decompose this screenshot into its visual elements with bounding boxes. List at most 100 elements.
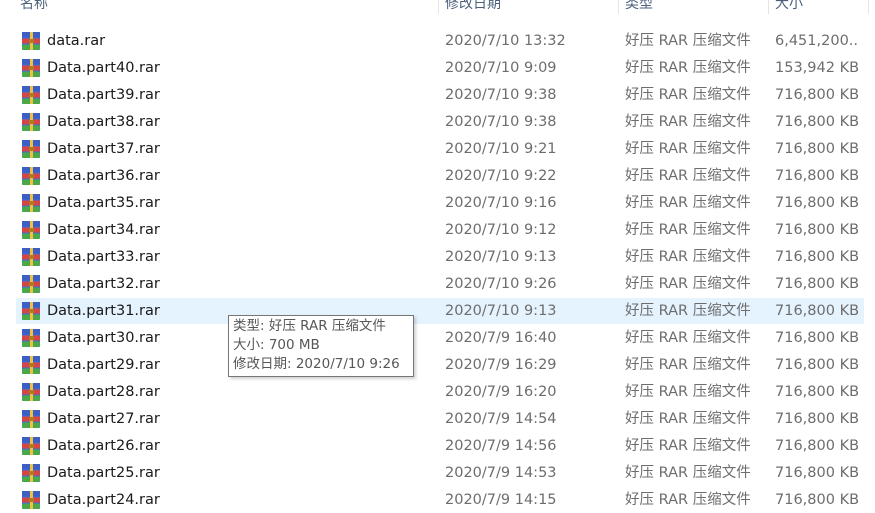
- file-size: 716,800 KB: [775, 330, 859, 346]
- column-header-size[interactable]: 大小: [768, 0, 868, 14]
- file-row[interactable]: Data.part40.rar 2020/7/10 9:09 好压 RAR 压缩文件…: [16, 55, 864, 81]
- column-header-divider: [868, 0, 875, 14]
- file-size: 716,800 KB: [775, 87, 859, 103]
- file-type: 好压 RAR 压缩文件: [625, 141, 751, 157]
- file-type: 好压 RAR 压缩文件: [625, 384, 751, 400]
- file-row[interactable]: Data.part35.rar 2020/7/10 9:16 好压 RAR 压缩文件…: [16, 190, 864, 216]
- file-name: Data.part36.rar: [47, 168, 160, 184]
- file-size: 716,800 KB: [775, 222, 859, 238]
- winrar-archive-icon: [21, 433, 43, 459]
- file-name: Data.part38.rar: [47, 114, 160, 130]
- file-date: 2020/7/9 14:54: [445, 411, 557, 427]
- file-type: 好压 RAR 压缩文件: [625, 114, 751, 130]
- file-name: Data.part34.rar: [47, 222, 160, 238]
- file-date: 2020/7/10 9:13: [445, 303, 557, 319]
- file-row[interactable]: Data.part39.rar 2020/7/10 9:38 好压 RAR 压缩文件…: [16, 82, 864, 108]
- file-type: 好压 RAR 压缩文件: [625, 303, 751, 319]
- file-row[interactable]: Data.part37.rar 2020/7/10 9:21 好压 RAR 压缩文件…: [16, 136, 864, 162]
- file-name: data.rar: [47, 33, 106, 49]
- file-name: Data.part32.rar: [47, 276, 160, 292]
- winrar-archive-icon: [21, 217, 43, 243]
- file-date: 2020/7/10 9:21: [445, 141, 557, 157]
- file-row[interactable]: Data.part34.rar 2020/7/10 9:12 好压 RAR 压缩文件…: [16, 217, 864, 243]
- file-name: Data.part35.rar: [47, 195, 160, 211]
- file-size: 716,800 KB: [775, 141, 859, 157]
- file-row[interactable]: Data.part24.rar 2020/7/9 14:15 好压 RAR 压缩文件…: [16, 487, 864, 513]
- file-size: 716,800 KB: [775, 168, 859, 184]
- file-date: 2020/7/9 16:29: [445, 357, 557, 373]
- file-date: 2020/7/10 9:09: [445, 60, 557, 76]
- file-row[interactable]: Data.part36.rar 2020/7/10 9:22 好压 RAR 压缩文件…: [16, 163, 864, 189]
- winrar-archive-icon: [21, 406, 43, 432]
- winrar-archive-icon: [21, 109, 43, 135]
- file-date: 2020/7/10 9:13: [445, 249, 557, 265]
- tooltip-type: 类型: 好压 RAR 压缩文件: [233, 318, 386, 334]
- file-row[interactable]: Data.part38.rar 2020/7/10 9:38 好压 RAR 压缩文件…: [16, 109, 864, 135]
- file-row[interactable]: Data.part29.rar 2020/7/9 16:29 好压 RAR 压缩文件…: [16, 352, 864, 378]
- column-header-type[interactable]: 类型: [618, 0, 768, 14]
- winrar-archive-icon: [21, 163, 43, 189]
- file-size: 716,800 KB: [775, 357, 859, 373]
- file-date: 2020/7/9 16:40: [445, 330, 557, 346]
- file-type: 好压 RAR 压缩文件: [625, 87, 751, 103]
- winrar-archive-icon: [21, 325, 43, 351]
- winrar-archive-icon: [21, 352, 43, 378]
- file-row[interactable]: data.rar 2020/7/10 13:32 好压 RAR 压缩文件 6,451,…: [16, 28, 864, 54]
- column-header-date[interactable]: 修改日期: [438, 0, 618, 14]
- file-type: 好压 RAR 压缩文件: [625, 492, 751, 508]
- file-size: 716,800 KB: [775, 303, 859, 319]
- file-date: 2020/7/9 14:15: [445, 492, 557, 508]
- file-name: Data.part24.rar: [47, 492, 160, 508]
- file-type: 好压 RAR 压缩文件: [625, 438, 751, 454]
- file-type: 好压 RAR 压缩文件: [625, 276, 751, 292]
- file-name: Data.part25.rar: [47, 465, 160, 481]
- file-date: 2020/7/10 9:22: [445, 168, 557, 184]
- winrar-archive-icon: [21, 190, 43, 216]
- file-date: 2020/7/10 9:16: [445, 195, 557, 211]
- file-row[interactable]: Data.part31.rar 2020/7/10 9:13 好压 RAR 压缩文件…: [16, 298, 864, 324]
- file-row[interactable]: Data.part28.rar 2020/7/9 16:20 好压 RAR 压缩文件…: [16, 379, 864, 405]
- winrar-archive-icon: [21, 460, 43, 486]
- file-tooltip: 类型: 好压 RAR 压缩文件 大小: 700 MB 修改日期: 2020/7/…: [228, 315, 414, 377]
- file-date: 2020/7/10 9:38: [445, 114, 557, 130]
- file-type: 好压 RAR 压缩文件: [625, 33, 751, 49]
- file-row[interactable]: Data.part25.rar 2020/7/9 14:53 好压 RAR 压缩文件…: [16, 460, 864, 486]
- file-type: 好压 RAR 压缩文件: [625, 168, 751, 184]
- file-row[interactable]: Data.part30.rar 2020/7/9 16:40 好压 RAR 压缩文件…: [16, 325, 864, 351]
- tooltip-size: 大小: 700 MB: [233, 337, 320, 353]
- file-name: Data.part27.rar: [47, 411, 160, 427]
- column-header-bar: 名称 修改日期 类型 大小: [0, 0, 875, 14]
- file-date: 2020/7/10 9:38: [445, 87, 557, 103]
- file-size: 716,800 KB: [775, 465, 859, 481]
- file-row[interactable]: Data.part27.rar 2020/7/9 14:54 好压 RAR 压缩文件…: [16, 406, 864, 432]
- file-type: 好压 RAR 压缩文件: [625, 222, 751, 238]
- file-type: 好压 RAR 压缩文件: [625, 60, 751, 76]
- file-name: Data.part40.rar: [47, 60, 160, 76]
- file-name: Data.part33.rar: [47, 249, 160, 265]
- winrar-archive-icon: [21, 298, 43, 324]
- file-type: 好压 RAR 压缩文件: [625, 249, 751, 265]
- column-header-name[interactable]: 名称: [14, 0, 438, 14]
- file-row[interactable]: Data.part33.rar 2020/7/10 9:13 好压 RAR 压缩文件…: [16, 244, 864, 270]
- file-row[interactable]: Data.part26.rar 2020/7/9 14:56 好压 RAR 压缩文件…: [16, 433, 864, 459]
- winrar-archive-icon: [21, 136, 43, 162]
- file-size: 716,800 KB: [775, 276, 859, 292]
- file-size: 716,800 KB: [775, 411, 859, 427]
- file-row[interactable]: Data.part32.rar 2020/7/10 9:26 好压 RAR 压缩文件…: [16, 271, 864, 297]
- file-size: 716,800 KB: [775, 384, 859, 400]
- file-size: 153,942 KB: [775, 60, 859, 76]
- file-date: 2020/7/10 9:26: [445, 276, 557, 292]
- file-size: 716,800 KB: [775, 114, 859, 130]
- winrar-archive-icon: [21, 82, 43, 108]
- file-date: 2020/7/9 16:20: [445, 384, 557, 400]
- winrar-archive-icon: [21, 55, 43, 81]
- winrar-archive-icon: [21, 379, 43, 405]
- file-name: Data.part28.rar: [47, 384, 160, 400]
- file-date: 2020/7/10 13:32: [445, 33, 566, 49]
- file-size: 716,800 KB: [775, 249, 859, 265]
- file-size: 716,800 KB: [775, 195, 859, 211]
- file-name: Data.part39.rar: [47, 87, 160, 103]
- winrar-archive-icon: [21, 487, 43, 513]
- file-date: 2020/7/9 14:56: [445, 438, 557, 454]
- file-size: 716,800 KB: [775, 438, 859, 454]
